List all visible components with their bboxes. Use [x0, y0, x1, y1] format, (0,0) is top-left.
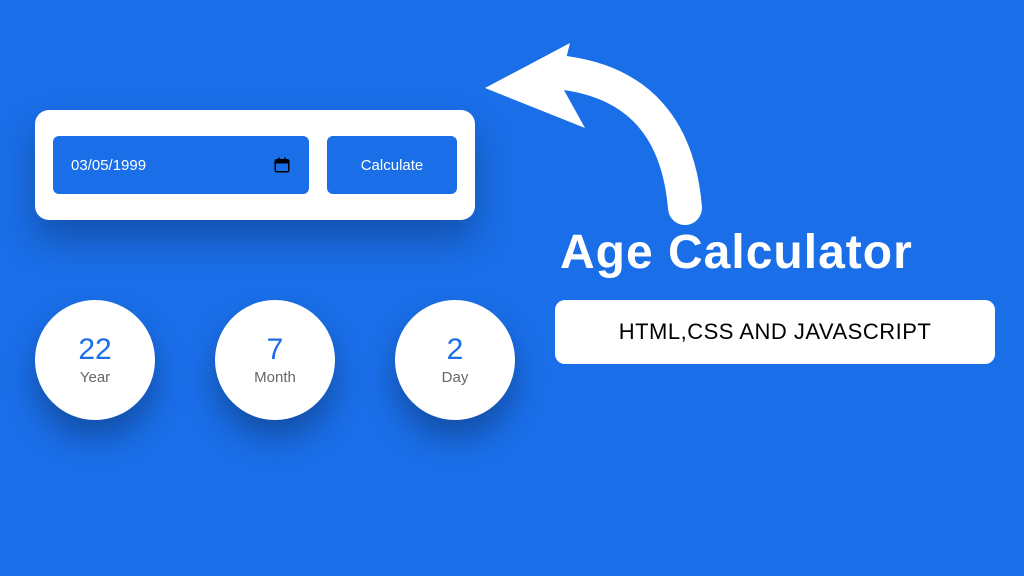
calculate-button-label: Calculate [361, 157, 424, 174]
day-label: Day [442, 369, 469, 386]
month-circle: 7 Month [215, 300, 335, 420]
year-circle: 22 Year [35, 300, 155, 420]
year-label: Year [80, 369, 110, 386]
day-circle: 2 Day [395, 300, 515, 420]
calculator-card: 03/05/1999 Calculate [35, 110, 475, 220]
calendar-icon[interactable] [273, 156, 291, 174]
subtitle-text: HTML,CSS AND JAVASCRIPT [619, 319, 932, 345]
date-value: 03/05/1999 [71, 157, 146, 174]
subtitle-box: HTML,CSS AND JAVASCRIPT [555, 300, 995, 364]
day-value: 2 [447, 335, 464, 365]
month-value: 7 [267, 335, 284, 365]
month-label: Month [254, 369, 296, 386]
year-value: 22 [78, 335, 111, 365]
calculate-button[interactable]: Calculate [327, 136, 457, 194]
date-input[interactable]: 03/05/1999 [53, 136, 309, 194]
results-row: 22 Year 7 Month 2 Day [35, 300, 515, 420]
page-title: Age Calculator [560, 225, 913, 280]
arrow-icon [475, 28, 705, 228]
